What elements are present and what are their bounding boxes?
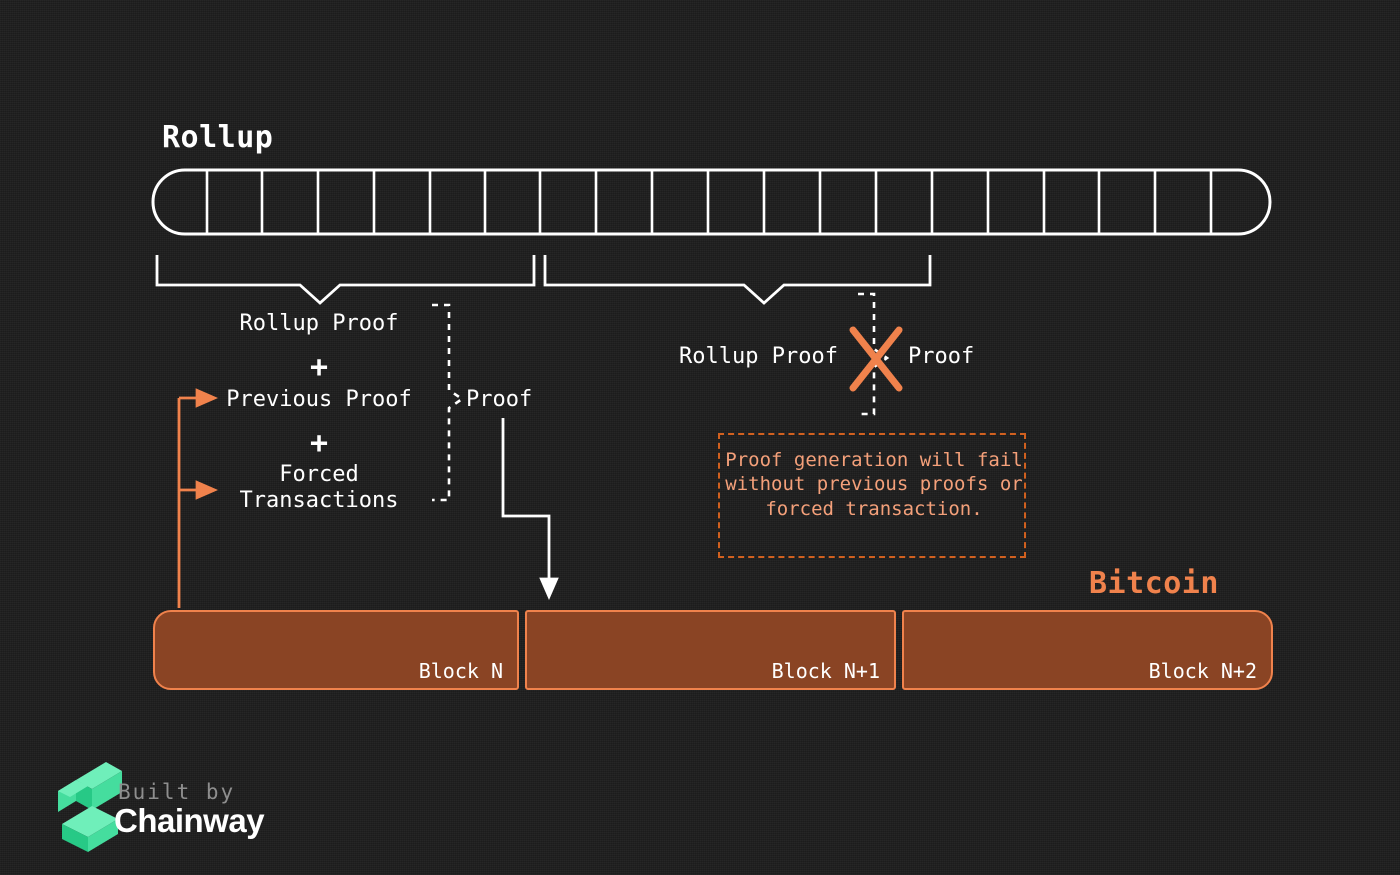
formula-forced-transactions: Forced Transactions [239, 462, 399, 513]
arrow-proof-to-block-n1 [501, 418, 559, 601]
bitcoin-block-n: Block N [153, 610, 519, 690]
left-proof-result-label: Proof [466, 387, 533, 412]
brand-name-label: Chainway [114, 802, 265, 839]
bitcoin-block-n2: Block N+2 [902, 610, 1273, 690]
right-proof-result-label: Proof [908, 344, 975, 369]
x-mark-icon [849, 326, 903, 392]
warning-callout-text: Proof generation will fail without previ… [725, 449, 1023, 520]
bitcoin-block-n1-label: Block N+1 [771, 659, 880, 683]
warning-callout-box: Proof generation will fail without previ… [718, 433, 1026, 558]
rollup-cell-dividers [205, 171, 1213, 233]
right-rollup-proof-label: Rollup Proof [679, 344, 838, 369]
bitcoin-block-n2-label: Block N+2 [1148, 659, 1257, 683]
bitcoin-block-n1: Block N+1 [525, 610, 896, 690]
brace-right [543, 255, 932, 305]
formula-plus-1: + [309, 350, 329, 385]
rollup-chain-bar [151, 168, 1272, 236]
built-by-label: Built by [118, 780, 236, 804]
brace-left [155, 255, 536, 305]
bitcoin-section-title: Bitcoin [1089, 566, 1219, 601]
formula-previous-proof: Previous Proof [226, 387, 412, 412]
chainway-logo-icon [58, 762, 122, 852]
rollup-section-title: Rollup [162, 120, 274, 155]
formula-plus-2: + [309, 426, 329, 461]
formula-rollup-proof: Rollup Proof [239, 311, 399, 336]
bitcoin-block-n-label: Block N [418, 659, 503, 683]
diagram-canvas: Rollup Rollup Proof + Previous Proof + F… [0, 0, 1400, 875]
